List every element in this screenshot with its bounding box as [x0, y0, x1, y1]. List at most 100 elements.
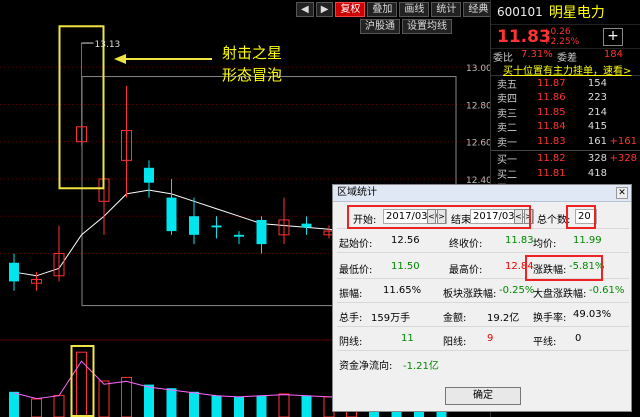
down-label: 阴线: — [339, 337, 363, 348]
toolbar-draw-button[interactable]: 画线 — [399, 2, 430, 17]
avg-label: 均价: — [533, 239, 557, 250]
volume-bar — [98, 380, 110, 417]
volume-bar — [144, 384, 154, 417]
main-force-link[interactable]: 买十位置有主力挂单，速看> — [491, 62, 640, 77]
peak-label: 13.13 — [95, 40, 121, 50]
asks-price: 11.86 — [537, 92, 566, 104]
candle-body — [9, 262, 19, 282]
price-tick-label: 12.80 — [466, 101, 490, 111]
candle-body — [144, 167, 154, 183]
asks-price: 11.83 — [537, 135, 566, 147]
asks-vol: 223 — [587, 92, 607, 104]
amp-label: 振幅: — [339, 289, 363, 300]
chg-value: -5.81% — [569, 261, 605, 272]
start-label: 开始: — [353, 215, 377, 226]
volume-bar — [234, 396, 244, 417]
asks-label: 卖二 — [497, 123, 517, 135]
ma-settings-button[interactable]: 设置均线 — [402, 19, 452, 34]
close-price-label: 终收价: — [449, 239, 483, 250]
volume-bar — [278, 393, 290, 417]
candle — [144, 160, 154, 198]
candle — [166, 178, 177, 235]
asks-price: 11.84 — [537, 121, 566, 133]
volume-bar — [211, 395, 222, 417]
asks-price: 11.85 — [537, 106, 566, 118]
diff-value: 184 — [603, 49, 623, 60]
amp-value: 11.65% — [383, 285, 422, 296]
candle — [211, 216, 222, 239]
bids-label: 买一 — [497, 155, 517, 167]
bids-delta: +328 — [609, 153, 637, 165]
toolbar-classic-button[interactable]: 经典 — [463, 2, 494, 17]
toolbar-stats-button[interactable]: 统计 — [431, 2, 462, 17]
toolbar-prev-button[interactable]: ◀ — [296, 2, 314, 17]
last-price: 11.83 — [497, 26, 551, 47]
chg-label: 涨跌幅: — [533, 265, 567, 276]
candle — [234, 231, 244, 245]
candle — [53, 225, 65, 282]
bids-vol: 418 — [587, 167, 607, 179]
candle — [76, 43, 87, 146]
open-value: 12.56 — [391, 235, 420, 246]
price-tick-label: 12.60 — [466, 139, 490, 149]
ok-button[interactable]: 确定 — [445, 387, 521, 405]
price-tick-label: 13.00 — [466, 64, 490, 74]
bids-price: 11.81 — [537, 167, 566, 179]
count-label: 总个数: — [537, 215, 571, 226]
peak-marker: 13.13 — [81, 40, 121, 50]
start-next-arrow-icon[interactable]: > — [437, 209, 446, 224]
annotation-arrow-icon — [114, 54, 212, 64]
volume-bar — [121, 376, 132, 417]
asks-price: 11.87 — [537, 77, 566, 89]
close-icon[interactable]: ✕ — [616, 187, 628, 199]
asks-label: 卖四 — [497, 94, 517, 106]
diff-label: 委差 — [557, 53, 577, 64]
asks-row: 卖一 11.83 161 +161 — [491, 134, 640, 149]
asks-label: 卖三 — [497, 108, 517, 120]
asks-row: 卖三 11.85 214 — [491, 105, 640, 120]
candle — [301, 216, 312, 235]
candle-body — [301, 223, 312, 228]
stock-code: 600101 — [497, 5, 543, 19]
vol-value: 159万手 — [371, 313, 411, 324]
avg-value: 11.99 — [573, 235, 602, 246]
volume-bar — [301, 395, 312, 417]
hk-connect-button[interactable]: 沪股通 — [360, 19, 400, 34]
bids-row: 买二 11.81 418 — [491, 166, 640, 181]
start-prev-arrow-icon[interactable]: < — [427, 209, 436, 224]
end-prev-arrow-icon[interactable]: < — [514, 209, 523, 224]
turnover-value: 49.03% — [573, 309, 612, 320]
bids-price: 11.82 — [537, 153, 566, 165]
high-value: 12.84 — [505, 261, 534, 272]
toolbar-next-button[interactable]: ▶ — [315, 2, 334, 17]
candle — [121, 85, 132, 198]
volume-bar — [31, 398, 42, 417]
asks-row: 卖四 11.86 223 — [491, 91, 640, 106]
asks-label: 卖一 — [497, 137, 517, 149]
volume-bar — [256, 395, 267, 417]
price-change: +0.26 — [543, 26, 571, 37]
ratio-label: 委比 — [493, 53, 513, 64]
toolbar-fuquan-button[interactable]: 复权 — [335, 2, 366, 17]
down-value: 11 — [401, 333, 414, 344]
add-watchlist-button[interactable]: + — [603, 27, 623, 46]
order-book: 卖五 11.87 154 卖四 11.86 223 卖三 11.85 214 卖二 11.84 415… — [491, 76, 640, 195]
asks-row: 卖五 11.87 154 — [491, 76, 640, 91]
candle-body — [166, 197, 177, 232]
asks-vol: 214 — [587, 106, 607, 118]
bids-row: 买一 11.82 328 +328 — [491, 152, 640, 167]
turnover-label: 换手率: — [533, 313, 567, 324]
flat-label: 平线: — [533, 337, 557, 348]
asks-vol: 154 — [587, 77, 607, 89]
sector-label: 板块涨跌幅: — [443, 289, 497, 300]
bids-vol: 328 — [587, 153, 607, 165]
open-label: 起始价: — [339, 239, 373, 250]
amount-value: 19.2亿 — [487, 313, 520, 324]
end-next-arrow-icon[interactable]: > — [524, 209, 533, 224]
price-change-pct: +2.25% — [543, 36, 580, 47]
market-label: 大盘涨跌幅: — [533, 289, 587, 300]
volume-bar — [53, 394, 65, 417]
toolbar-overlay-button[interactable]: 叠加 — [367, 2, 398, 17]
flow-value: -1.21亿 — [403, 361, 439, 372]
ratio-value: 7.31% — [521, 49, 553, 60]
